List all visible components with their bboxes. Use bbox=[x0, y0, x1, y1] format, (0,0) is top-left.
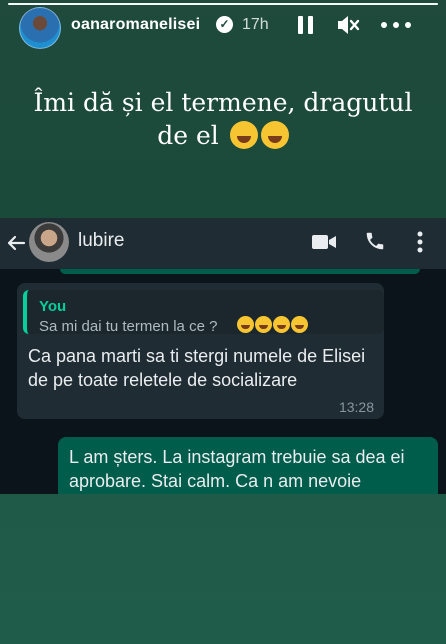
laughing-emoji-icon bbox=[255, 316, 272, 334]
chat-area[interactable]: You Sa mi dai tu termen la ce ? Ca pana … bbox=[0, 269, 446, 494]
back-arrow-icon[interactable] bbox=[6, 233, 26, 253]
verified-icon: ✓ bbox=[216, 16, 233, 33]
quote-emoji-row bbox=[237, 316, 309, 336]
contact-name[interactable]: lubire bbox=[78, 230, 124, 252]
story-progress-fill bbox=[8, 3, 438, 5]
previous-message-bubble bbox=[60, 269, 420, 274]
video-call-icon[interactable] bbox=[311, 232, 337, 252]
more-icon[interactable] bbox=[381, 22, 411, 28]
caption-line-1: Îmi dă și el termene, dragutul bbox=[33, 88, 413, 117]
caption-line-2-text: de el bbox=[157, 121, 219, 150]
message-timestamp: 13:28 bbox=[338, 399, 374, 415]
avatar[interactable] bbox=[19, 7, 61, 49]
pause-icon[interactable] bbox=[297, 14, 315, 36]
incoming-message[interactable]: You Sa mi dai tu termen la ce ? Ca pana … bbox=[17, 283, 384, 419]
outgoing-message[interactable]: L am șters. La instagram trebuie sa dea … bbox=[58, 437, 438, 494]
mute-icon[interactable] bbox=[336, 14, 360, 36]
caption-line-2: de el bbox=[0, 119, 446, 152]
story-username[interactable]: oanaromanelisei bbox=[71, 16, 200, 34]
laughing-emoji-icon bbox=[229, 121, 258, 149]
story-timestamp: 17h bbox=[242, 16, 269, 33]
whatsapp-screenshot: lubire You Sa mi dai tu termen la ce ? C… bbox=[0, 218, 446, 494]
outgoing-message-text: L am șters. La instagram trebuie sa dea … bbox=[69, 447, 405, 491]
more-vertical-icon[interactable] bbox=[417, 230, 423, 254]
laughing-emoji-icon bbox=[237, 316, 254, 334]
laughing-emoji-icon bbox=[273, 316, 290, 334]
laughing-emoji-icon bbox=[260, 121, 289, 149]
quote-author: You bbox=[39, 298, 67, 315]
story-caption: Îmi dă și el termene, dragutul de el bbox=[0, 86, 446, 152]
story-header: oanaromanelisei ✓ 17h bbox=[0, 0, 446, 50]
chat-header: lubire bbox=[0, 218, 446, 269]
contact-avatar[interactable] bbox=[29, 222, 69, 262]
incoming-message-text: Ca pana marti sa ti stergi numele de Eli… bbox=[28, 346, 366, 390]
story-progress-bar bbox=[8, 3, 438, 5]
laughing-emoji-icon bbox=[291, 316, 308, 334]
quoted-message[interactable]: You Sa mi dai tu termen la ce ? bbox=[23, 290, 384, 336]
phone-icon[interactable] bbox=[364, 230, 386, 252]
quote-text: Sa mi dai tu termen la ce ? bbox=[39, 318, 218, 335]
